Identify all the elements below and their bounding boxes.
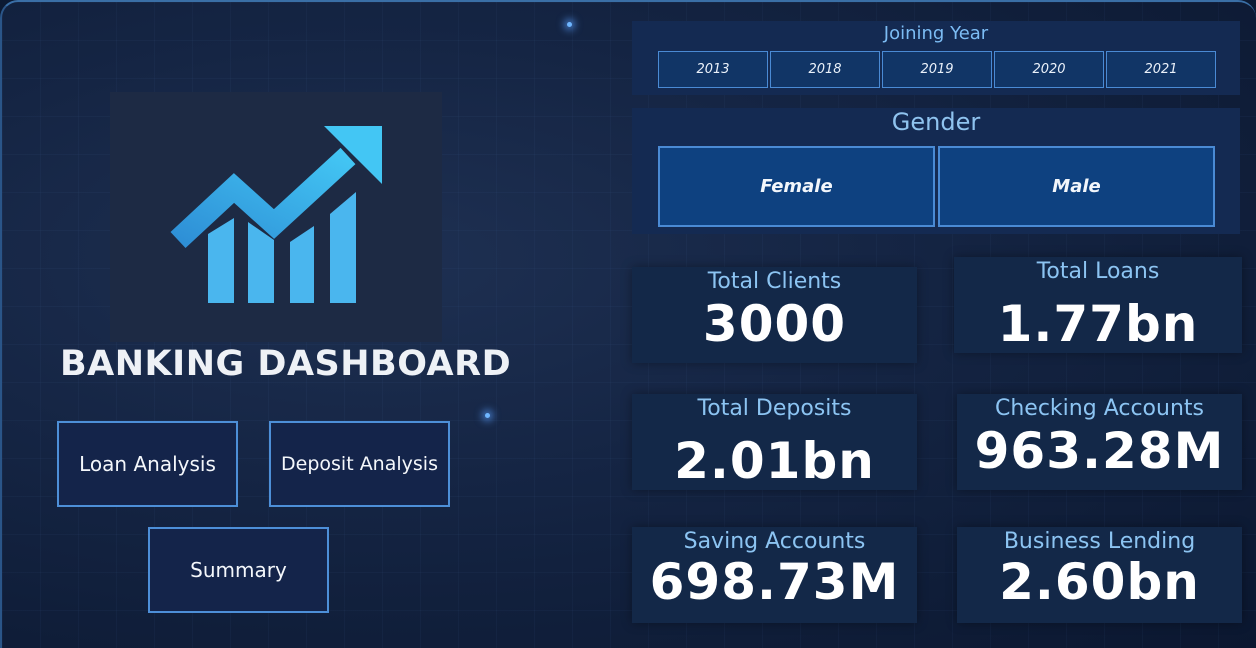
kpi-label: Total Deposits	[697, 396, 852, 421]
year-option-2020[interactable]: 2020	[994, 51, 1104, 88]
kpi-card-total-loans: Total Loans 1.77bn	[954, 257, 1242, 353]
dashboard-title: BANKING DASHBOARD	[60, 344, 512, 384]
glow-dot	[567, 22, 572, 27]
kpi-value: 1.77bn	[997, 295, 1199, 353]
year-option-2021[interactable]: 2021	[1106, 51, 1216, 88]
joining-year-options: 2013 2018 2019 2020 2021	[658, 51, 1216, 89]
gender-option-male[interactable]: Male	[938, 146, 1215, 227]
kpi-value: 2.60bn	[999, 553, 1200, 611]
year-option-2013[interactable]: 2013	[658, 51, 768, 88]
logo-panel	[110, 92, 442, 342]
kpi-value: 698.73M	[649, 553, 900, 611]
kpi-value: 2.01bn	[674, 432, 875, 490]
gender-options: Female Male	[658, 146, 1215, 227]
growth-chart-arrow-icon	[170, 126, 382, 303]
year-option-2018[interactable]: 2018	[770, 51, 880, 88]
kpi-label: Checking Accounts	[995, 396, 1204, 421]
glow-dot	[485, 413, 490, 418]
kpi-card-checking-accounts: Checking Accounts 963.28M	[957, 394, 1242, 490]
kpi-label: Total Clients	[707, 269, 842, 294]
dashboard-canvas: BANKING DASHBOARD Loan Analysis Deposit …	[0, 0, 1256, 648]
kpi-card-saving-accounts: Saving Accounts 698.73M	[632, 527, 917, 623]
kpi-label: Saving Accounts	[683, 529, 866, 554]
year-option-2019[interactable]: 2019	[882, 51, 992, 88]
loan-analysis-button[interactable]: Loan Analysis	[57, 421, 238, 507]
kpi-card-total-deposits: Total Deposits 2.01bn	[632, 394, 917, 490]
kpi-label: Business Lending	[1003, 529, 1196, 554]
summary-button[interactable]: Summary	[148, 527, 329, 613]
kpi-value: 963.28M	[974, 422, 1225, 480]
kpi-card-business-lending: Business Lending 2.60bn	[957, 527, 1242, 623]
joining-year-title: Joining Year	[883, 23, 989, 44]
gender-slicer: Gender Female Male	[632, 108, 1240, 234]
deposit-analysis-button[interactable]: Deposit Analysis	[269, 421, 450, 507]
kpi-card-total-clients: Total Clients 3000	[632, 267, 917, 363]
joining-year-slicer: Joining Year 2013 2018 2019 2020 2021	[632, 21, 1240, 95]
kpi-label: Total Loans	[1036, 259, 1160, 284]
gender-title: Gender	[891, 108, 981, 136]
kpi-value: 3000	[702, 295, 847, 353]
gender-option-female[interactable]: Female	[658, 146, 935, 227]
